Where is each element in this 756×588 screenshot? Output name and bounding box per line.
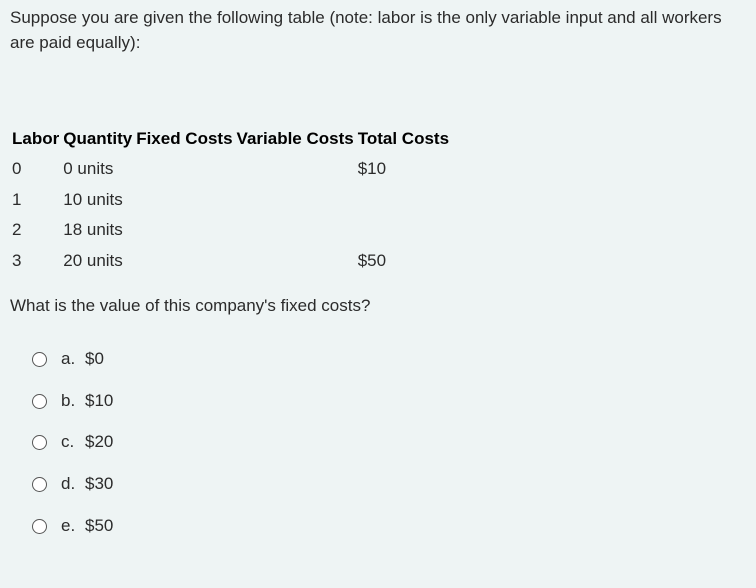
header-total-costs: Total Costs — [356, 125, 451, 154]
header-quantity: Quantity — [61, 125, 134, 154]
cell-fixed — [134, 246, 234, 277]
data-table: Labor Quantity Fixed Costs Variable Cost… — [10, 125, 451, 276]
cell-labor: 1 — [10, 185, 61, 216]
radio-icon[interactable] — [32, 519, 47, 534]
option-text: $50 — [85, 514, 113, 539]
table-row: 2 18 units — [10, 215, 451, 246]
table-row: 1 10 units — [10, 185, 451, 216]
cell-labor: 3 — [10, 246, 61, 277]
question-text: What is the value of this company's fixe… — [10, 294, 746, 319]
option-letter: b. — [61, 389, 85, 414]
option-letter: a. — [61, 347, 85, 372]
option-letter: e. — [61, 514, 85, 539]
option-text: $0 — [85, 347, 104, 372]
option-letter: d. — [61, 472, 85, 497]
option-text: $10 — [85, 389, 113, 414]
table-header-row: Labor Quantity Fixed Costs Variable Cost… — [10, 125, 451, 154]
cell-fixed — [134, 154, 234, 185]
cell-total: $10 — [356, 154, 451, 185]
option-a[interactable]: a. $0 — [32, 347, 746, 372]
answer-options: a. $0 b. $10 c. $20 d. $30 e. $50 — [10, 347, 746, 538]
cell-variable — [235, 215, 356, 246]
option-letter: c. — [61, 430, 85, 455]
cell-total: $50 — [356, 246, 451, 277]
option-text: $30 — [85, 472, 113, 497]
option-text: $20 — [85, 430, 113, 455]
header-labor: Labor — [10, 125, 61, 154]
option-e[interactable]: e. $50 — [32, 514, 746, 539]
cell-quantity: 0 units — [61, 154, 134, 185]
header-fixed-costs: Fixed Costs — [134, 125, 234, 154]
cell-fixed — [134, 215, 234, 246]
table-row: 0 0 units $10 — [10, 154, 451, 185]
cell-quantity: 10 units — [61, 185, 134, 216]
option-d[interactable]: d. $30 — [32, 472, 746, 497]
cell-total — [356, 215, 451, 246]
option-b[interactable]: b. $10 — [32, 389, 746, 414]
cell-variable — [235, 246, 356, 277]
radio-icon[interactable] — [32, 394, 47, 409]
cell-fixed — [134, 185, 234, 216]
radio-icon[interactable] — [32, 477, 47, 492]
cell-total — [356, 185, 451, 216]
cell-variable — [235, 185, 356, 216]
question-intro: Suppose you are given the following tabl… — [10, 6, 746, 55]
radio-icon[interactable] — [32, 352, 47, 367]
radio-icon[interactable] — [32, 435, 47, 450]
cell-quantity: 20 units — [61, 246, 134, 277]
cell-labor: 2 — [10, 215, 61, 246]
cell-quantity: 18 units — [61, 215, 134, 246]
cell-variable — [235, 154, 356, 185]
option-c[interactable]: c. $20 — [32, 430, 746, 455]
table-row: 3 20 units $50 — [10, 246, 451, 277]
header-variable-costs: Variable Costs — [235, 125, 356, 154]
cell-labor: 0 — [10, 154, 61, 185]
